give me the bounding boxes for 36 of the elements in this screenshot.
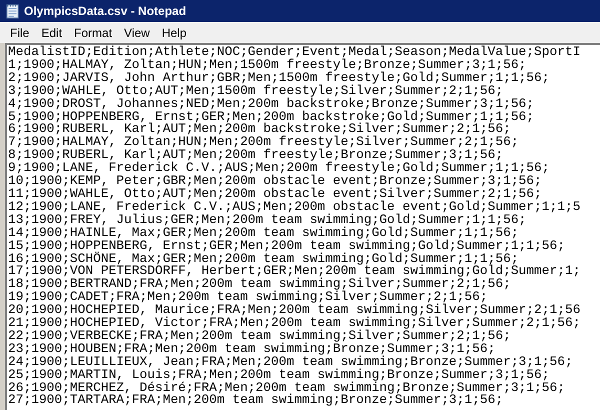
- text-line: 26;1900;MERCHEZ, Désiré;FRA;Men;200m team swimming;Bronze;Summer;3;1;56;: [8, 382, 565, 394]
- menu-item[interactable]: Format: [68, 24, 118, 42]
- text-line: 13;1900;FREY, Julius;GER;Men;200m team swimming;Gold;Summer;1;1;56;: [8, 214, 526, 227]
- text-line: 2;1900;JARVIS, John Arthur;GBR;Men;1500m freestyle;Gold;Summer;1;1;56;: [8, 72, 550, 85]
- text-line: 12;1900;LANE, Frederick C.V.;AUS;Men;200m obstacle event;Gold;Summer;1;1;5: [8, 200, 580, 214]
- text-line: 3;1900;WAHLE, Otto;AUT;Men;1500m freestyle;Silver;Summer;2;1;56;: [8, 84, 504, 98]
- text-line: 25;1900;MARTIN, Louis;FRA;Men;200m team swimming;Bronze;Summer;3;1;56;: [8, 368, 550, 382]
- menu-item[interactable]: Help: [156, 24, 193, 42]
- text-line: 19;1900;CADET;FRA;Men;200m team swimming;Silver;Summer;2;1;56;: [8, 291, 488, 304]
- text-line: 11;1900;WAHLE, Otto;AUT;Men;200m obstacle event;Silver;Summer;2;1;56;: [8, 188, 542, 201]
- menu-item[interactable]: Edit: [35, 24, 68, 42]
- text-line: 27;1900;TARTARA;FRA;Men;200m team swimming;Bronze;Summer;3;1;56;: [8, 394, 504, 408]
- text-line: 22;1900;VERBECKE;FRA;Men;200m team swimming;Silver;Summer;2;1;56;: [8, 330, 511, 343]
- text-line: 16;1900;SCHÖNE, Max;GER;Men;200m team swimming;Gold;Summer;1;1;56;: [8, 252, 519, 266]
- menu-item[interactable]: View: [118, 24, 156, 42]
- text-line: 18;1900;BERTRAND;FRA;Men;200m team swimming;Silver;Summer;2;1;56;: [8, 278, 511, 292]
- text-line: 15;1900;HOPPENBERG, Ernst;GER;Men;200m team swimming;Gold;Summer;1;1;56;: [8, 240, 565, 252]
- text-line: 23;1900;HOUBEN;FRA;Men;200m team swimming;Bronze;Summer;3;1;56;: [8, 342, 496, 356]
- text-line: 8;1900;RUBERL, Karl;AUT;Men;200m freestyle;Bronze;Summer;3;1;56;: [8, 149, 504, 162]
- text-line: 21;1900;HOCHEPIED, Victor;FRA;Men;200m team swimming;Silver;Summer;2;1;56;: [8, 317, 580, 330]
- menu-item[interactable]: File: [4, 24, 36, 42]
- text-line: 5;1900;HOPPENBERG, Ernst;GER;Men;200m backstroke;Gold;Summer;1;1;56;: [8, 110, 534, 124]
- text-line: MedalistID;Edition;Athlete;NOC;Gender;Event;Medal;Season;MedalValue;SportI: [8, 46, 580, 59]
- text-line: 4;1900;DROST, Johannes;NED;Men;200m backstroke;Bronze;Summer;3;1;56;: [8, 98, 534, 111]
- text-line: 14;1900;HAINLE, Max;GER;Men;200m team swimming;Gold;Summer;1;1;56;: [8, 226, 519, 240]
- text-line: 6;1900;RUBERL, Karl;AUT;Men;200m backstroke;Silver;Summer;2;1;56;: [8, 123, 511, 136]
- text-line: 17;1900;VON PETERSDORFF, Herbert;GER;Men;200m team swimming;Gold;Summer;1;: [8, 265, 580, 278]
- text-line: 10;1900;KEMP, Peter;GBR;Men;200m obstacle event;Bronze;Summer;3;1;56;: [8, 175, 542, 188]
- text-line: 24;1900;LEUILLIEUX, Jean;FRA;Men;200m team swimming;Bronze;Summer;3;1;56;: [8, 356, 573, 369]
- notepad-icon: [6, 3, 20, 19]
- text-line: 9;1900;LANE, Frederick C.V.;AUS;Men;200m freestyle;Gold;Summer;1;1;56;: [8, 162, 550, 176]
- text-line: 7;1900;HALMAY, Zoltan;HUN;Men;200m freestyle;Silver;Summer;2;1;56;: [8, 136, 519, 150]
- text-line: 20;1900;HOCHEPIED, Maurice;FRA;Men;200m team swimming;Silver;Summer;2;1;56: [8, 304, 580, 318]
- window-title: OlympicsData.csv - Notepad: [24, 3, 186, 20]
- text-line: 1;1900;HALMAY, Zoltan;HUN;Men;1500m freestyle;Bronze;Summer;3;1;56;: [8, 58, 526, 72]
- text-area[interactable]: [5, 43, 600, 410]
